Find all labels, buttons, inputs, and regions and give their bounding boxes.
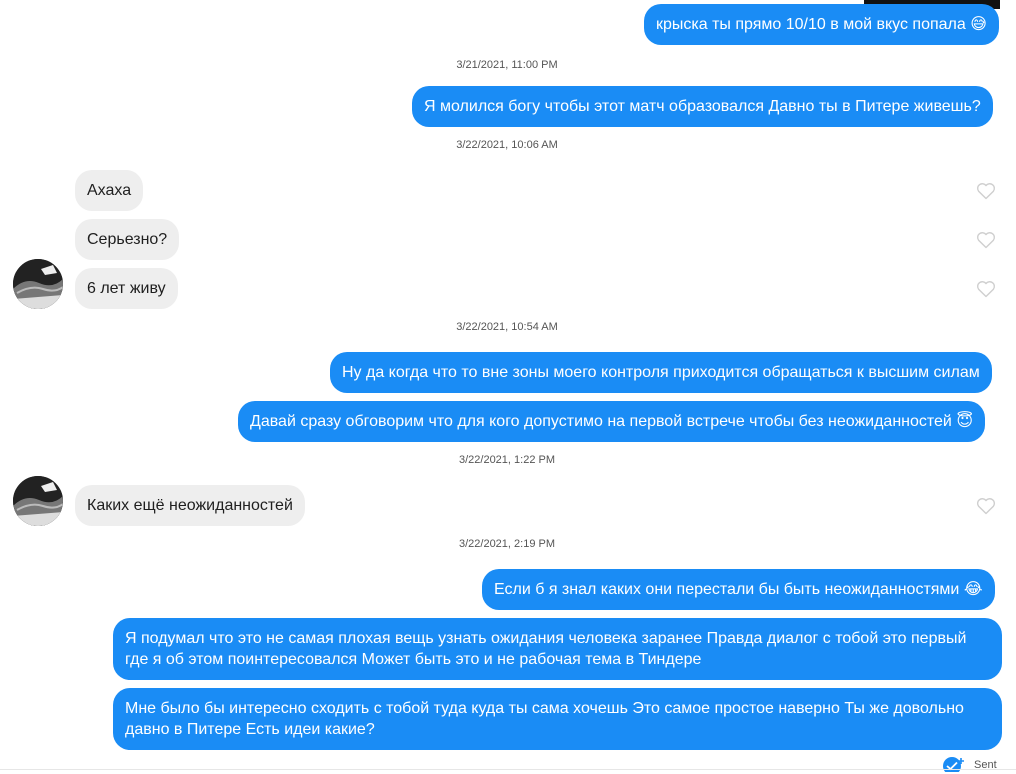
timestamp: 3/21/2021, 11:00 PM — [456, 59, 558, 71]
contact-avatar[interactable] — [13, 476, 63, 526]
outgoing-message[interactable]: Давай сразу обговорим что для кого допус… — [238, 401, 985, 442]
timestamp: 3/22/2021, 2:19 PM — [458, 538, 555, 550]
incoming-message[interactable]: Серьезно? — [75, 219, 180, 260]
timestamp: 3/22/2021, 10:54 AM — [456, 321, 558, 333]
outgoing-message[interactable]: Я подумал что это не самая плохая вещь у… — [113, 618, 1002, 680]
contact-avatar[interactable] — [13, 259, 63, 309]
incoming-message[interactable]: Ахаха — [75, 170, 144, 211]
like-heart-icon[interactable] — [976, 182, 996, 200]
incoming-message[interactable]: Каких ещё неожиданностей — [75, 485, 305, 526]
like-heart-icon[interactable] — [976, 280, 996, 298]
outgoing-message[interactable]: крыска ты прямо 10/10 в мой вкус попала … — [644, 4, 999, 45]
divider — [0, 769, 1016, 770]
timestamp: 3/22/2021, 10:06 AM — [456, 139, 558, 151]
like-heart-icon[interactable] — [976, 231, 996, 249]
like-heart-icon[interactable] — [976, 497, 996, 515]
outgoing-message[interactable]: Если б я знал каких они перестали бы быт… — [482, 569, 995, 610]
outgoing-message[interactable]: Ну да когда что то вне зоны моего контро… — [330, 352, 992, 393]
timestamp: 3/22/2021, 1:22 PM — [458, 454, 555, 466]
incoming-message[interactable]: 6 лет живу — [75, 268, 178, 309]
outgoing-message[interactable]: Мне было бы интересно сходить с тобой ту… — [113, 688, 1002, 750]
outgoing-message[interactable]: Я молился богу чтобы этот матч образовал… — [412, 86, 993, 127]
